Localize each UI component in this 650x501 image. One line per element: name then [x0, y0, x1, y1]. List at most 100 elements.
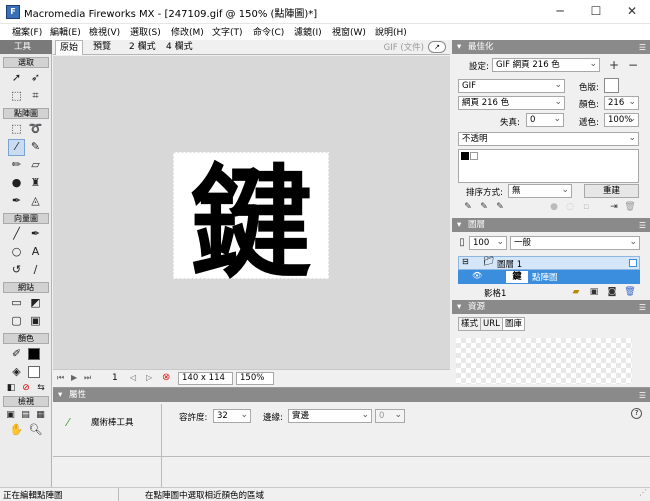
pointer-tool-icon[interactable]: ➚ [8, 70, 25, 87]
hand-tool-icon[interactable]: ✋ [8, 422, 25, 439]
properties-panel-header[interactable]: ▾ 屬性 ☰ [53, 388, 650, 402]
optimize-panel-header[interactable]: 最佳化 ☰ [452, 40, 650, 54]
format-dropdown[interactable]: GIF [458, 79, 565, 93]
marquee-tool-icon[interactable]: ⬚ [8, 121, 25, 138]
tab-4-up[interactable]: 4 欄式 [162, 40, 197, 55]
matte-swatch[interactable] [604, 78, 619, 93]
tab-library[interactable]: 圖庫 [502, 317, 526, 331]
subselect-tool-icon[interactable]: ➶ [27, 70, 44, 87]
no-color-icon[interactable]: ⊘ [19, 380, 33, 397]
menu-text[interactable]: 文字(T) [212, 25, 243, 38]
colors-dropdown[interactable]: 216 [604, 96, 639, 110]
tab-url[interactable]: URL [480, 317, 503, 331]
menu-commands[interactable]: 命令(C) [253, 25, 284, 38]
bitmap-object-row[interactable]: 👁︎ 鍵 點陣圖 [458, 270, 640, 284]
menu-file[interactable]: 檔案(F) [12, 25, 42, 38]
zoom-dropdown[interactable]: 150% [236, 372, 274, 385]
layers-options-icon[interactable]: ☰ [639, 219, 646, 233]
visibility-eye-icon[interactable]: 👁︎ [472, 271, 482, 280]
layer-select-box[interactable] [629, 259, 637, 267]
resize-grip-icon[interactable]: ⋰ [639, 488, 647, 497]
magic-wand-tool-icon[interactable]: ⁄ [8, 139, 25, 156]
new-layer-icon[interactable]: ▣ [588, 286, 600, 298]
line-tool-icon[interactable]: ╱ [8, 226, 25, 243]
stop-icon[interactable]: ⊗ [162, 372, 170, 383]
fill-color-icon[interactable]: ◈ [8, 364, 25, 381]
delete-layer-icon[interactable]: 🗑︎ [624, 286, 636, 298]
hotspot-tool-icon[interactable]: ▭ [8, 295, 25, 312]
color-table-black-swatch[interactable] [461, 152, 469, 160]
zoom-tool-icon[interactable]: 🔍︎ [27, 422, 44, 439]
transparent-color-icon[interactable]: ✎ [478, 201, 490, 213]
color-table[interactable] [458, 149, 639, 183]
tolerance-dropdown[interactable]: 32 [213, 409, 251, 423]
blur-tool-icon[interactable]: ● [8, 175, 25, 192]
default-colors-icon[interactable]: ◧ [4, 380, 18, 397]
play-icon[interactable]: ▶ [71, 373, 77, 382]
eyedropper-tool-icon[interactable]: ✒ [8, 193, 25, 210]
brush-tool-icon[interactable]: ✎ [27, 139, 44, 156]
tab-styles[interactable]: 樣式 [458, 317, 482, 331]
first-frame-icon[interactable]: ⏮ [57, 373, 64, 383]
dither-dropdown[interactable]: 100% [604, 113, 639, 127]
eraser-tool-icon[interactable]: ▱ [27, 157, 44, 174]
stroke-color-swatch[interactable] [28, 348, 40, 360]
assets-panel-header[interactable]: 資源 ☰ [452, 300, 650, 314]
close-button[interactable]: ✕ [614, 0, 650, 24]
panel-options-icon[interactable]: ☰ [639, 41, 646, 55]
trash-icon[interactable]: 🗑︎ [624, 201, 636, 213]
last-frame-icon[interactable]: ⏭ [84, 373, 91, 383]
crop-tool-icon[interactable]: ⌗ [27, 88, 44, 105]
hide-slices-icon[interactable]: ▢ [8, 313, 25, 330]
layers-panel-header[interactable]: 圖層 ☰ [452, 218, 650, 232]
help-icon[interactable]: ? [631, 408, 642, 419]
text-tool-icon[interactable]: A [27, 244, 44, 261]
paint-bucket-tool-icon[interactable]: ◬ [27, 193, 44, 210]
minimize-button[interactable]: ─ [542, 0, 578, 24]
menu-window[interactable]: 視窗(W) [332, 25, 366, 38]
quick-export-icon[interactable]: ↗ [428, 41, 446, 53]
remove-setting-icon[interactable]: − [627, 59, 639, 71]
menu-edit[interactable]: 編輯(E) [50, 25, 81, 38]
layer-1-row[interactable]: ⊟ 📁︎ 圖層 1 [458, 256, 640, 270]
pencil-tool-icon[interactable]: ✏ [8, 157, 25, 174]
tab-2-up[interactable]: 2 欄式 [125, 40, 160, 55]
swap-colors-icon[interactable]: ⇆ [34, 380, 48, 397]
pen-tool-icon[interactable]: ✒ [27, 226, 44, 243]
remove-color-icon[interactable]: ▫ [580, 201, 592, 213]
menu-filters[interactable]: 濾鏡(I) [294, 25, 322, 38]
palette-dropdown[interactable]: 網頁 216 色 [458, 96, 565, 110]
mask-icon[interactable]: ◙ [606, 286, 618, 298]
new-folder-icon[interactable]: ▰ [570, 286, 582, 298]
fireworks-app-icon[interactable]: F [6, 5, 20, 19]
lasso-tool-icon[interactable]: ➰ [27, 121, 44, 138]
slice-tool-icon[interactable]: ◩ [27, 295, 44, 312]
prev-frame-icon[interactable]: ◁ [130, 373, 136, 382]
opacity-dropdown[interactable]: 100 [469, 236, 507, 250]
export-palette-icon[interactable]: ⇥ [608, 201, 620, 213]
fill-color-swatch[interactable] [28, 366, 40, 378]
edge-dropdown[interactable]: 實邊 [288, 409, 372, 423]
menu-help[interactable]: 說明(H) [375, 25, 407, 38]
maximize-button[interactable]: ☐ [578, 0, 614, 24]
next-frame-icon[interactable]: ▷ [146, 373, 152, 382]
rebuild-button[interactable]: 重建 [584, 184, 639, 198]
knife-tool-icon[interactable]: ∕ [27, 262, 44, 279]
freeform-tool-icon[interactable]: ↺ [8, 262, 25, 279]
tab-original[interactable]: 原始 [55, 40, 84, 55]
transparency-dropdown[interactable]: 不透明 [458, 132, 639, 146]
blend-mode-dropdown[interactable]: 一般 [510, 236, 640, 250]
add-color-icon[interactable]: ◌ [564, 201, 576, 213]
menu-select[interactable]: 選取(S) [130, 25, 161, 38]
rubber-stamp-tool-icon[interactable]: ♜ [27, 175, 44, 192]
assets-options-icon[interactable]: ☰ [639, 301, 646, 315]
scale-tool-icon[interactable]: ⬚ [8, 88, 25, 105]
feather-dropdown[interactable]: 0 [375, 409, 405, 423]
show-slices-icon[interactable]: ▣ [27, 313, 44, 330]
menu-modify[interactable]: 修改(M) [171, 25, 204, 38]
document-canvas-area[interactable]: 鍵 [53, 56, 450, 369]
stroke-color-icon[interactable]: ✐ [8, 346, 25, 363]
ellipse-tool-icon[interactable]: ○ [8, 244, 25, 261]
lock-color-icon[interactable]: ✎ [494, 201, 506, 213]
layer-expand-icon[interactable]: ⊟ [462, 257, 469, 266]
